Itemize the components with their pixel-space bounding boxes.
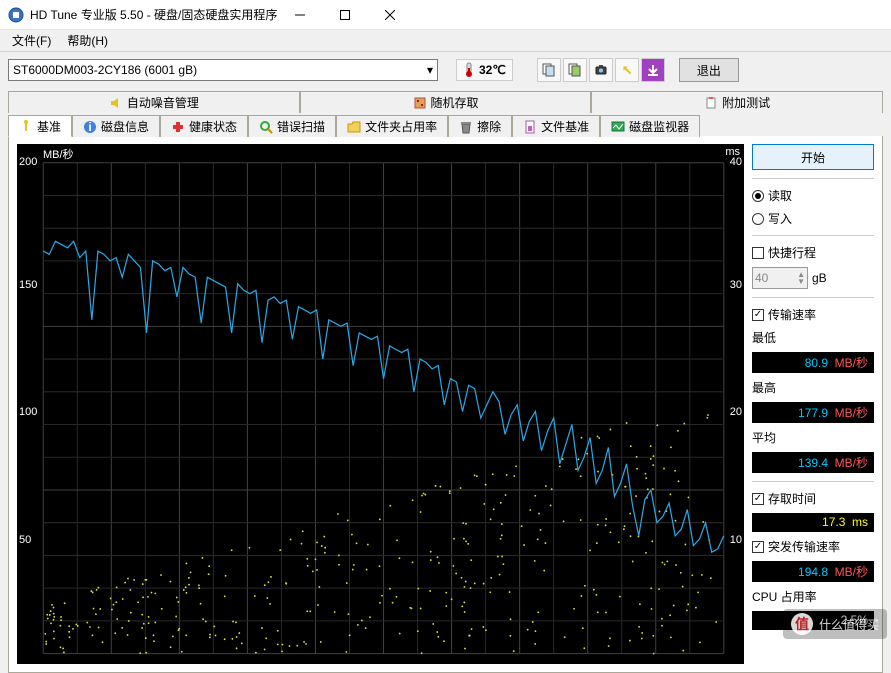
- checkbox-icon: [752, 247, 764, 259]
- dice-icon: [413, 96, 427, 110]
- transfer-rate-checkbox[interactable]: ✓传输速率: [752, 306, 874, 323]
- menu-file[interactable]: 文件(F): [4, 30, 59, 51]
- tab-container: 自动噪音管理 随机存取 附加测试 基准 i磁盘信息 健康状态 错误扫描 文件夹占…: [0, 88, 891, 673]
- temperature-display: 32℃: [456, 59, 513, 81]
- tab-info[interactable]: i磁盘信息: [72, 115, 160, 137]
- tab-erase[interactable]: 擦除: [448, 115, 512, 137]
- watermark-logo-icon: 值: [791, 613, 813, 635]
- file-icon: [523, 120, 537, 134]
- clipboard-icon: [704, 96, 718, 110]
- maximize-button[interactable]: [322, 0, 367, 30]
- radio-icon: [752, 213, 764, 225]
- tab-random[interactable]: 随机存取: [300, 91, 592, 113]
- checkbox-icon: ✓: [752, 493, 764, 505]
- menubar: 文件(F) 帮助(H): [0, 30, 891, 52]
- toolbar: ST6000DM003-2CY186 (6001 gB) ▾ 32℃ 退出: [0, 52, 891, 88]
- drive-select[interactable]: ST6000DM003-2CY186 (6001 gB) ▾: [8, 59, 438, 81]
- max-value: 177.9 MB/秒: [752, 402, 874, 423]
- watermark: 值 什么值得买: [783, 609, 887, 639]
- spinner-arrows-icon: ▲▼: [797, 271, 805, 285]
- short-stroke-checkbox[interactable]: 快捷行程: [752, 244, 874, 261]
- chevron-down-icon: ▾: [427, 63, 433, 77]
- avg-label: 平均: [752, 429, 874, 446]
- close-button[interactable]: [367, 0, 412, 30]
- tab-health[interactable]: 健康状态: [160, 115, 248, 137]
- titlebar: HD Tune 专业版 5.50 - 硬盘/固态硬盘实用程序: [0, 0, 891, 30]
- save-screenshot-icon[interactable]: [589, 58, 613, 82]
- save-icon[interactable]: [641, 58, 665, 82]
- checkbox-icon: ✓: [752, 541, 764, 553]
- radio-icon: [752, 190, 764, 202]
- gauge-icon: [19, 119, 33, 133]
- watermark-text: 什么值得买: [819, 616, 879, 633]
- trash-icon: [459, 120, 473, 134]
- thermometer-icon: [463, 62, 475, 78]
- toolbar-icons: [537, 58, 665, 82]
- tab-extra[interactable]: 附加测试: [591, 91, 883, 113]
- health-icon: [171, 120, 185, 134]
- benchmark-chart: MB/秒 ms 200 150 100 50 40 30 20 10: [17, 144, 744, 664]
- options-icon[interactable]: [615, 58, 639, 82]
- cpu-label: CPU 占用率: [752, 588, 874, 605]
- speaker-icon: [109, 96, 123, 110]
- access-time-checkbox[interactable]: ✓存取时间: [752, 490, 874, 507]
- tab-monitor[interactable]: 磁盘监视器: [600, 115, 700, 137]
- app-icon: [8, 7, 24, 23]
- tab-errorscan[interactable]: 错误扫描: [248, 115, 336, 137]
- window-title: HD Tune 专业版 5.50 - 硬盘/固态硬盘实用程序: [30, 6, 277, 23]
- burst-rate-checkbox[interactable]: ✓突发传输速率: [752, 538, 874, 555]
- copy-info-icon[interactable]: [537, 58, 561, 82]
- menu-help[interactable]: 帮助(H): [59, 30, 116, 51]
- short-stroke-spinner[interactable]: 40▲▼: [752, 267, 808, 289]
- min-value: 80.9 MB/秒: [752, 352, 874, 373]
- info-icon: i: [83, 120, 97, 134]
- drive-select-label: ST6000DM003-2CY186 (6001 gB): [13, 63, 197, 77]
- benchmark-sidebar: 开始 读取 写入 快捷行程 40▲▼ gB ✓传输速率 最低 80.9 MB/秒…: [752, 144, 874, 664]
- tab-noise[interactable]: 自动噪音管理: [8, 91, 300, 113]
- copy-screenshot-icon[interactable]: [563, 58, 587, 82]
- exit-button[interactable]: 退出: [679, 58, 739, 82]
- read-radio[interactable]: 读取: [752, 187, 874, 204]
- min-label: 最低: [752, 329, 874, 346]
- max-label: 最高: [752, 379, 874, 396]
- temperature-value: 32℃: [479, 63, 506, 77]
- tab-benchmark[interactable]: 基准: [8, 115, 72, 137]
- access-value: 17.3 ms: [752, 513, 874, 532]
- start-button[interactable]: 开始: [752, 144, 874, 170]
- search-icon: [259, 120, 273, 134]
- avg-value: 139.4 MB/秒: [752, 452, 874, 473]
- benchmark-content: MB/秒 ms 200 150 100 50 40 30 20 10 开始: [9, 136, 882, 672]
- write-radio[interactable]: 写入: [752, 210, 874, 227]
- tab-filebench[interactable]: 文件基准: [512, 115, 600, 137]
- minimize-button[interactable]: [277, 0, 322, 30]
- tab-folder[interactable]: 文件夹占用率: [336, 115, 448, 137]
- checkbox-icon: ✓: [752, 309, 764, 321]
- monitor-icon: [611, 120, 625, 134]
- burst-value: 194.8 MB/秒: [752, 561, 874, 582]
- svg-text:i: i: [88, 120, 91, 134]
- folder-icon: [347, 120, 361, 134]
